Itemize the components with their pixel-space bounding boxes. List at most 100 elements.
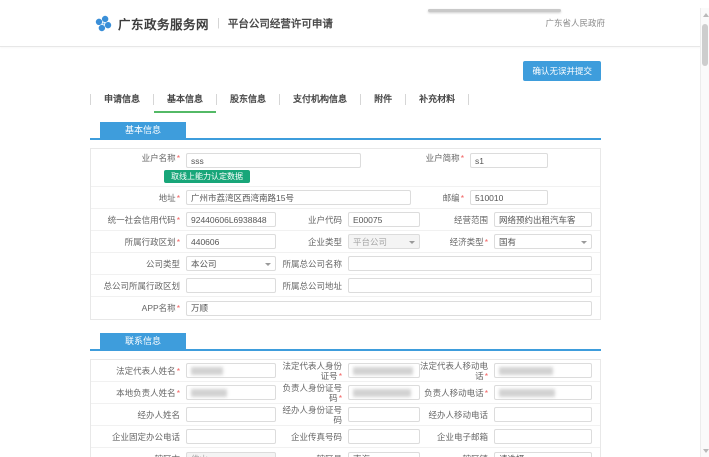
chevron-down-icon bbox=[265, 263, 271, 266]
gov-portal-link[interactable]: 广东省人民政府 bbox=[545, 17, 605, 29]
scroll-up-icon[interactable] bbox=[703, 13, 709, 17]
guangdong-gov-logo-icon bbox=[95, 15, 112, 32]
scroll-down-icon[interactable] bbox=[703, 449, 709, 453]
head-company-address-label: 所属总公司地址 bbox=[276, 281, 348, 291]
form-row: 业户名称* 取线上能力认定数据 业户简称* bbox=[91, 149, 600, 187]
tab-supplementary[interactable]: 补充材料 bbox=[406, 90, 468, 113]
basic-info-form: 业户名称* 取线上能力认定数据 业户简称* 地址* 邮编* 统一社会信用代码* … bbox=[90, 148, 601, 320]
required-asterisk: * bbox=[485, 388, 488, 398]
required-asterisk: * bbox=[339, 371, 342, 381]
manager-mobile-input[interactable] bbox=[494, 385, 592, 400]
head-company-name-input[interactable] bbox=[348, 256, 592, 271]
company-type-label: 公司类型 bbox=[91, 259, 186, 269]
redacted-value bbox=[353, 367, 413, 375]
manager-mobile-label: 负责人移动电话* bbox=[420, 388, 494, 398]
tab-shareholder-info[interactable]: 股东信息 bbox=[217, 90, 279, 113]
admin-division-label: 所属行政区划* bbox=[91, 237, 186, 247]
credit-code-input[interactable] bbox=[186, 212, 276, 227]
business-scope-label: 经营范围 bbox=[420, 215, 494, 225]
contact-info-section-header: 联系信息 bbox=[90, 331, 601, 351]
enterprise-type-label: 企业类型 bbox=[276, 237, 348, 247]
header-divider: | bbox=[217, 17, 220, 29]
required-asterisk: * bbox=[461, 193, 464, 203]
company-type-select[interactable]: 本公司 bbox=[186, 256, 276, 271]
redacted-value bbox=[191, 367, 223, 375]
submit-row: 确认无误并提交 bbox=[90, 61, 601, 81]
email-label: 企业电子邮箱 bbox=[420, 432, 494, 442]
form-row: 公司类型 本公司 所属总公司名称 bbox=[91, 253, 600, 275]
agent-id-input[interactable] bbox=[348, 407, 420, 422]
tab-basic-info[interactable]: 基本信息 bbox=[154, 90, 216, 113]
address-label: 地址* bbox=[91, 193, 186, 203]
required-asterisk: * bbox=[177, 237, 180, 247]
agent-name-input[interactable] bbox=[186, 407, 276, 422]
tab-payment-org-info[interactable]: 支付机构信息 bbox=[280, 90, 360, 113]
form-row: 经办人姓名 经办人身份证号码 经办人移动电话 bbox=[91, 404, 600, 426]
vertical-scrollbar[interactable] bbox=[700, 8, 709, 457]
local-manager-name-input[interactable] bbox=[186, 385, 276, 400]
overlay-edge-line bbox=[428, 9, 561, 12]
fetch-online-capability-button[interactable]: 取线上能力认定数据 bbox=[164, 170, 250, 183]
form-row: 企业固定办公电话 企业传真号码 企业电子邮箱 bbox=[91, 426, 600, 448]
scrollbar-thumb[interactable] bbox=[702, 24, 708, 66]
form-row: 统一社会信用代码* 业户代码 经营范围 bbox=[91, 209, 600, 231]
app-name-input[interactable] bbox=[186, 301, 592, 316]
agent-mobile-label: 经办人移动电话 bbox=[420, 410, 494, 420]
owner-name-label: 业户名称* bbox=[91, 153, 186, 163]
postal-code-label: 邮编* bbox=[411, 193, 470, 203]
required-asterisk: * bbox=[485, 237, 488, 247]
form-row: 地址* 邮编* bbox=[91, 187, 600, 209]
business-scope-input[interactable] bbox=[494, 212, 592, 227]
office-phone-input[interactable] bbox=[186, 429, 276, 444]
head-company-division-input[interactable] bbox=[186, 278, 276, 293]
fax-input[interactable] bbox=[348, 429, 420, 444]
legal-rep-name-label: 法定代表人姓名* bbox=[91, 366, 186, 376]
legal-rep-id-label: 法定代表人身份证号* bbox=[276, 361, 348, 381]
app-name-label: APP名称* bbox=[91, 303, 186, 313]
form-row: 总公司所属行政区划 所属总公司地址 bbox=[91, 275, 600, 297]
legal-rep-id-input[interactable] bbox=[348, 363, 420, 378]
local-manager-name-label: 本地负责人姓名* bbox=[91, 388, 186, 398]
email-input[interactable] bbox=[494, 429, 592, 444]
required-asterisk: * bbox=[177, 366, 180, 376]
fax-label: 企业传真号码 bbox=[276, 432, 348, 442]
owner-alias-input[interactable] bbox=[470, 153, 548, 168]
contact-info-section-title: 联系信息 bbox=[100, 333, 186, 349]
basic-info-section-header: 基本信息 bbox=[90, 120, 601, 140]
required-asterisk: * bbox=[177, 153, 180, 163]
form-row: 本地负责人姓名* 负责人身份证号码* 负责人移动电话* bbox=[91, 382, 600, 404]
enterprise-type-select: 平台公司 bbox=[348, 234, 420, 249]
chevron-down-icon bbox=[409, 241, 415, 244]
legal-rep-mobile-input[interactable] bbox=[494, 363, 592, 378]
manager-id-input[interactable] bbox=[348, 385, 420, 400]
form-row: APP名称* bbox=[91, 297, 600, 319]
agent-mobile-input[interactable] bbox=[494, 407, 592, 422]
required-asterisk: * bbox=[177, 303, 180, 313]
economic-type-label: 经济类型* bbox=[420, 237, 494, 247]
postal-code-input[interactable] bbox=[470, 190, 548, 205]
office-phone-label: 企业固定办公电话 bbox=[91, 432, 186, 442]
page-header: 广东政务服务网 | 平台公司经营许可申请 广东省人民政府 bbox=[0, 0, 709, 47]
form-row: 所属行政区划* 企业类型 平台公司 经济类型* 国有 bbox=[91, 231, 600, 253]
district-county-select[interactable]: 南海 bbox=[348, 452, 420, 457]
redacted-value bbox=[353, 389, 411, 397]
owner-name-cell: 取线上能力认定数据 bbox=[186, 153, 361, 186]
head-company-address-input[interactable] bbox=[348, 278, 592, 293]
tab-application-info[interactable]: 申请信息 bbox=[91, 90, 153, 113]
redacted-value bbox=[499, 367, 553, 375]
legal-rep-name-input[interactable] bbox=[186, 363, 276, 378]
confirm-submit-button[interactable]: 确认无误并提交 bbox=[523, 61, 601, 81]
tab-attachments[interactable]: 附件 bbox=[361, 90, 405, 113]
owner-code-input[interactable] bbox=[348, 212, 420, 227]
head-company-division-label: 总公司所属行政区划 bbox=[91, 281, 186, 291]
address-input[interactable] bbox=[186, 190, 411, 205]
manager-id-label: 负责人身份证号码* bbox=[276, 383, 348, 403]
required-asterisk: * bbox=[485, 371, 488, 381]
tab-divider bbox=[468, 94, 469, 105]
economic-type-select[interactable]: 国有 bbox=[494, 234, 592, 249]
redacted-value bbox=[191, 389, 227, 397]
form-row: 辖区市 佛山 辖区县 南海 辖区镇 请选择 bbox=[91, 448, 600, 457]
owner-name-input[interactable] bbox=[186, 153, 361, 168]
admin-division-input[interactable] bbox=[186, 234, 276, 249]
district-town-select[interactable]: 请选择 bbox=[494, 452, 592, 457]
